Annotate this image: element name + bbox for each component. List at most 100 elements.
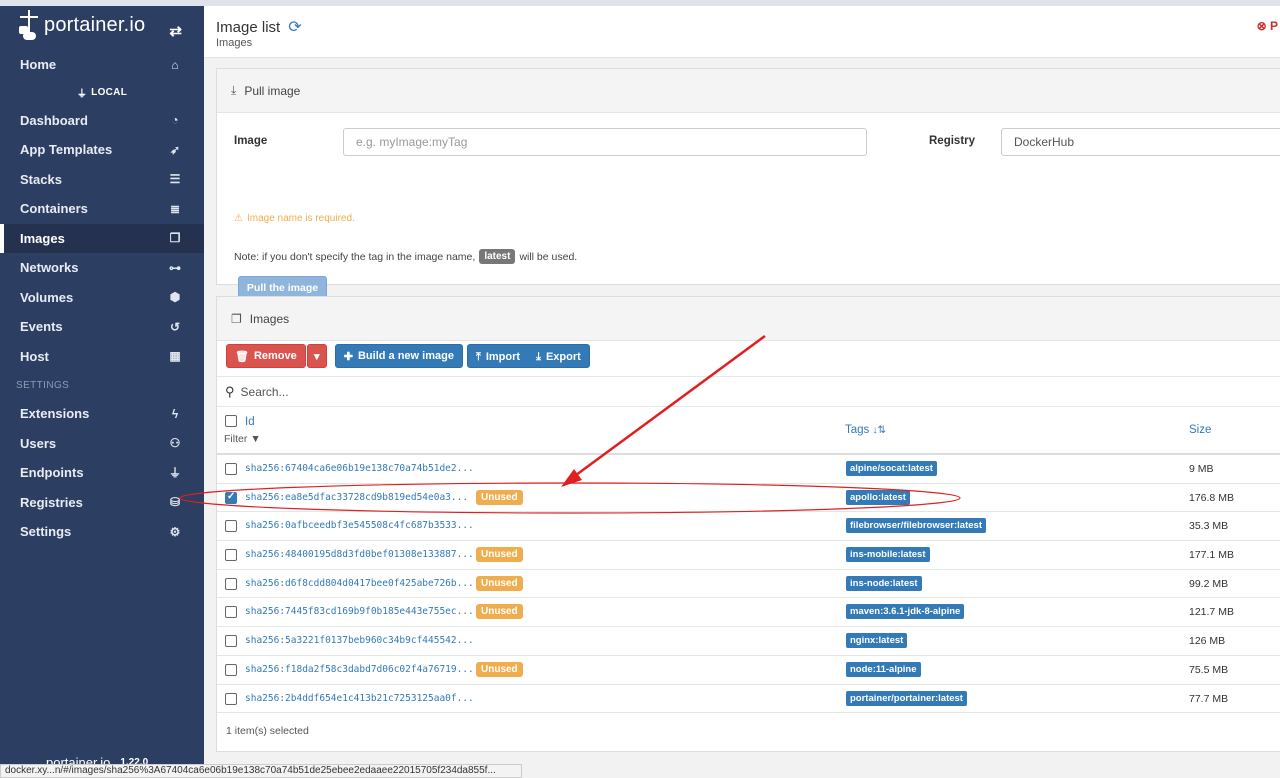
search-icon: ⚲ [225,384,235,400]
registry-select[interactable]: DockerHub [1001,128,1280,156]
portainer-logo-icon [18,10,40,40]
sidebar-item-registries[interactable]: Registries ⛁ [0,488,204,518]
filter-toggle[interactable]: Filter ▼ [224,433,261,445]
tag-badge: apollo:latest [846,490,910,505]
image-id-link[interactable]: sha256:7445f83cd169b9f0b185e443e755ec... [245,606,474,617]
image-id-link[interactable]: sha256:ea8e5dfac33728cd9b819ed54e0a3... [245,492,468,503]
sidebar-item-dashboard[interactable]: Dashboard ◔ [0,106,204,136]
header-user-link[interactable]: ⊗ P [1257,19,1278,33]
latest-label: latest [479,249,515,264]
row-checkbox[interactable] [225,693,237,705]
refresh-icon[interactable]: ⟳ [288,17,301,37]
column-size-header[interactable]: Size [1189,424,1211,436]
row-checkbox[interactable] [225,492,237,504]
registry-label: Registry [929,135,975,147]
row-checkbox[interactable] [225,578,237,590]
sidebar-item-endpoints[interactable]: Endpoints ⏚ [0,458,204,488]
sitemap-icon: ⊶ [168,261,182,275]
tag-badge: ins-mobile:latest [846,547,930,562]
search-input[interactable] [241,385,641,399]
build-image-button[interactable]: ✚ Build a new image [335,344,463,368]
exchange-icon[interactable]: ⇄ [169,22,182,40]
table-row: sha256:ea8e5dfac33728cd9b819ed54e0a3... … [217,484,1280,513]
image-size: 121.7 MB [1189,606,1234,618]
breadcrumb: Images [216,37,252,49]
image-id-link[interactable]: sha256:67404ca6e06b19e138c70a74b51de2... [245,463,474,474]
sidebar-logo[interactable]: portainer.io ⇄ [0,0,204,50]
brand-name: portainer.io [44,14,145,37]
tag-note: Note: if you don't specify the tag in th… [234,249,577,264]
table-row: sha256:5a3221f0137beb960c34b9cf445542...… [217,627,1280,656]
sidebar-item-app-templates[interactable]: App Templates ➶ [0,135,204,165]
sidebar: portainer.io ⇄ Home ⌂ ⏚ LOCAL Dashboard … [0,0,204,778]
row-checkbox[interactable] [225,606,237,618]
image-id-link[interactable]: sha256:0afbceedbf3e545508c4fc687b3533... [245,520,474,531]
image-required-warning: ⚠ Image name is required. [234,213,355,224]
image-id-link[interactable]: sha256:5a3221f0137beb960c34b9cf445542... [245,635,474,646]
sidebar-item-users[interactable]: Users ⚇ [0,429,204,459]
import-button[interactable]: ⤒ Import [468,345,528,369]
unused-badge: Unused [476,547,523,562]
pull-image-heading: ⤓ Pull image [217,69,1280,113]
sidebar-item-containers[interactable]: Containers ≣ [0,194,204,224]
remove-dropdown-toggle[interactable]: ▾ [307,344,327,368]
select-all-checkbox[interactable] [225,415,237,430]
image-id-link[interactable]: sha256:2b4ddf654e1c413b21c7253125aa0f... [245,693,474,704]
search-bar: ⚲ [217,376,1280,407]
sidebar-item-stacks[interactable]: Stacks ☰ [0,165,204,195]
row-checkbox[interactable] [225,463,237,475]
settings-section-title: SETTINGS [0,371,204,399]
images-heading: ❐ Images [217,297,1280,341]
sidebar-item-volumes[interactable]: Volumes ⬢ [0,283,204,313]
image-id-link[interactable]: sha256:d6f8cdd804d0417bee0f425abe726b... [245,578,474,589]
sidebar-item-label: Users [20,436,56,451]
row-checkbox[interactable] [225,549,237,561]
sidebar-item-events[interactable]: Events ↺ [0,312,204,342]
images-toolbar: 🗑 Remove ▾ ✚ Build a new image ⤒ Import … [226,344,590,368]
tag-badge: nginx:latest [846,633,907,648]
sidebar-item-label: Networks [20,260,79,275]
sidebar-item-label: App Templates [20,142,112,157]
th-icon: ▦ [168,349,182,363]
image-name-input[interactable] [343,128,867,156]
tag-badge: portainer/portainer:latest [846,691,967,706]
rocket-icon: ➶ [168,143,182,157]
sidebar-item-label: Containers [20,201,88,216]
export-button[interactable]: ⤓ Export [528,345,589,369]
clone-icon: ❐ [231,312,242,326]
unused-badge: Unused [476,604,523,619]
pull-image-panel: ⤓ Pull image Image Registry DockerHub ⚠ … [216,68,1280,285]
tag-badge: maven:3.6.1-jdk-8-alpine [846,604,964,619]
sidebar-item-settings[interactable]: Settings ⚙ [0,517,204,547]
page-header: Image list ⟳ Images ⊗ P [204,6,1280,58]
sidebar-item-networks[interactable]: Networks ⊶ [0,253,204,283]
image-size: 9 MB [1189,463,1214,475]
row-checkbox[interactable] [225,664,237,676]
sidebar-item-host[interactable]: Host ▦ [0,342,204,372]
download-icon: ⤓ [231,83,236,98]
import-export-group: ⤒ Import ⤓ Export [467,344,590,368]
image-size: 77.7 MB [1189,693,1228,705]
sidebar-item-label: Volumes [20,290,73,305]
column-id-header[interactable]: Id [245,416,255,428]
cogs-icon: ⚙ [168,525,182,539]
list-icon: ☰ [168,172,182,186]
image-size: 99.2 MB [1189,578,1228,590]
image-id-link[interactable]: sha256:f18da2f58c3dabd7d06c02f4a76719... [245,664,474,675]
tag-badge: filebrowser/filebrowser:latest [846,518,986,533]
table-header: Id Filter ▼ Tags ↓⇅ Size [217,407,1280,455]
sidebar-item-images[interactable]: Images ❐ [0,224,204,254]
bolt-icon: ϟ [168,407,182,421]
row-checkbox[interactable] [225,520,237,532]
sidebar-item-label: Settings [20,524,71,539]
column-tags-header[interactable]: Tags ↓⇅ [845,424,886,436]
row-checkbox[interactable] [225,635,237,647]
remove-button[interactable]: 🗑 Remove [226,344,306,368]
history-icon: ↺ [168,320,182,334]
sidebar-item-home[interactable]: Home ⌂ [0,50,204,80]
sort-alpha-icon: ↓⇅ [873,425,886,436]
sidebar-item-extensions[interactable]: Extensions ϟ [0,399,204,429]
plus-icon: ✚ [344,350,353,363]
image-id-link[interactable]: sha256:48400195d8d3fd0bef01308e133887... [245,549,474,560]
browser-status-url: docker.xy...n/#/images/sha256%3A67404ca6… [0,764,522,778]
